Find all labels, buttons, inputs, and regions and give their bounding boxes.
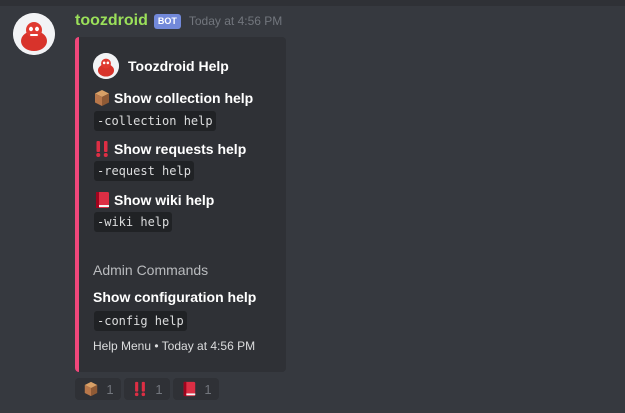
field-collection-value: -collection help <box>94 111 216 131</box>
robot-avatar-icon <box>13 13 55 55</box>
field-wiki-name: Show wiki help <box>114 192 215 208</box>
username[interactable]: toozdroid <box>75 12 148 30</box>
field-wiki-value: -wiki help <box>94 212 173 232</box>
reaction-count: 1 <box>204 381 212 397</box>
reaction-count: 1 <box>155 381 163 397</box>
field-config-name: Show configuration help <box>93 289 257 305</box>
double-exclamation-icon <box>131 380 149 398</box>
reaction-red-book[interactable]: 1 <box>173 378 219 400</box>
reaction-package[interactable]: 1 <box>75 378 121 400</box>
top-divider <box>0 0 625 6</box>
help-embed: Toozdroid Help Show collection help -col… <box>75 37 286 372</box>
package-icon <box>82 380 100 398</box>
field-config-title: Show configuration help <box>93 289 256 305</box>
red-book-icon <box>180 380 198 398</box>
package-icon <box>93 89 111 107</box>
embed-author: Toozdroid Help <box>93 53 229 79</box>
author-robot-icon <box>93 53 119 79</box>
reactions-bar: 1 1 1 <box>75 378 219 400</box>
double-exclamation-icon <box>93 140 111 158</box>
bot-badge: BOT <box>153 13 181 29</box>
field-collection-title: Show collection help <box>93 89 253 107</box>
embed-footer: Help Menu • Today at 4:56 PM <box>93 339 256 353</box>
field-requests-name: Show requests help <box>114 141 247 157</box>
field-requests-title: Show requests help <box>93 140 246 158</box>
field-config-value: -config help <box>94 311 187 331</box>
message-header: toozdroid BOT Today at 4:56 PM <box>75 10 282 32</box>
embed-author-name: Toozdroid Help <box>128 58 229 74</box>
red-book-icon <box>93 191 111 209</box>
reaction-double-exclamation[interactable]: 1 <box>124 378 170 400</box>
message-timestamp[interactable]: Today at 4:56 PM <box>189 14 282 28</box>
field-requests-value: -request help <box>94 161 194 181</box>
reaction-count: 1 <box>106 381 114 397</box>
field-wiki-title: Show wiki help <box>93 191 214 209</box>
field-collection-name: Show collection help <box>114 90 254 106</box>
admin-section-title: Admin Commands <box>93 262 209 278</box>
bot-avatar[interactable] <box>13 13 55 55</box>
